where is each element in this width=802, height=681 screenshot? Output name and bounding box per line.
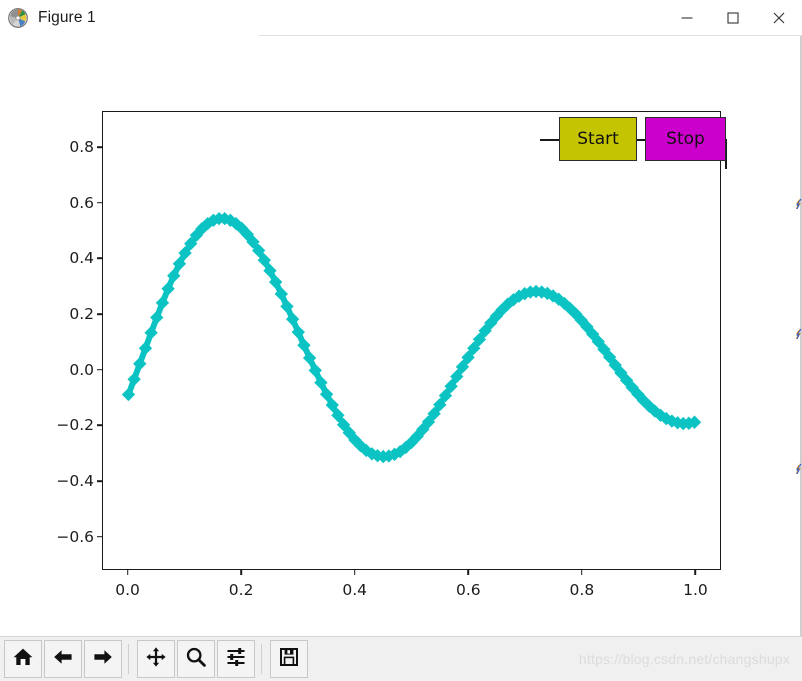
x-tick-label: 0.4 xyxy=(342,581,368,599)
start-button-label: Start xyxy=(577,129,619,149)
sliders-icon xyxy=(225,646,247,672)
pan-button[interactable] xyxy=(137,640,175,678)
magnifier-icon xyxy=(185,646,207,672)
edge-artifact xyxy=(795,326,802,339)
data-series-damped-sine xyxy=(121,211,702,464)
x-tick-mark xyxy=(126,570,129,575)
figure-canvas[interactable]: 0.8 0.6 0.4 0.2 0.0 −0.2 −0.4 −0.6 0.0 0.2 0.4 0.6… xyxy=(0,36,802,636)
matplotlib-logo-icon xyxy=(7,7,29,29)
x-tick-label: 0.2 xyxy=(228,581,254,599)
x-tick-label: 0.6 xyxy=(455,581,481,599)
home-button[interactable] xyxy=(4,640,42,678)
window-controls xyxy=(664,0,802,36)
edge-artifact xyxy=(795,196,802,209)
x-tick-label: 1.0 xyxy=(683,581,708,599)
x-tick-mark xyxy=(353,570,356,575)
x-tick-mark xyxy=(240,570,242,575)
stop-button-label: Stop xyxy=(666,129,705,149)
move-icon xyxy=(145,646,167,672)
toolbar-separator xyxy=(128,644,129,674)
x-tick-mark xyxy=(694,570,697,575)
toolbar-separator-2 xyxy=(261,644,262,674)
x-tick-label: 0.8 xyxy=(569,581,595,599)
plot-axes[interactable] xyxy=(102,111,721,570)
y-axis-ticks xyxy=(0,111,110,570)
zoom-button[interactable] xyxy=(177,640,215,678)
configure-subplots-button[interactable] xyxy=(217,640,255,678)
x-tick-mark xyxy=(467,570,470,575)
edge-artifact xyxy=(795,461,802,474)
maximize-button[interactable] xyxy=(710,0,756,36)
window-titlebar: Figure 1 xyxy=(0,0,802,36)
x-tick-label: 0.0 xyxy=(115,581,140,599)
minimize-button[interactable] xyxy=(664,0,710,36)
start-button-connector xyxy=(540,139,560,141)
arrow-left-icon xyxy=(52,646,74,672)
arrow-right-icon xyxy=(92,646,114,672)
home-icon xyxy=(12,646,34,672)
close-button[interactable] xyxy=(756,0,802,36)
watermark-text: https://blog.csdn.net/changshupx xyxy=(578,651,790,667)
window-title: Figure 1 xyxy=(38,9,96,26)
forward-button[interactable] xyxy=(84,640,122,678)
start-button[interactable]: Start xyxy=(559,117,637,161)
stop-button[interactable]: Stop xyxy=(645,117,726,161)
x-axis-labels: 0.0 0.2 0.4 0.6 0.8 1.0 xyxy=(102,570,721,610)
x-tick-mark xyxy=(581,570,583,575)
navigation-toolbar: https://blog.csdn.net/changshupx xyxy=(0,636,802,681)
back-button[interactable] xyxy=(44,640,82,678)
save-button[interactable] xyxy=(270,640,308,678)
floppy-disk-icon xyxy=(278,646,300,672)
